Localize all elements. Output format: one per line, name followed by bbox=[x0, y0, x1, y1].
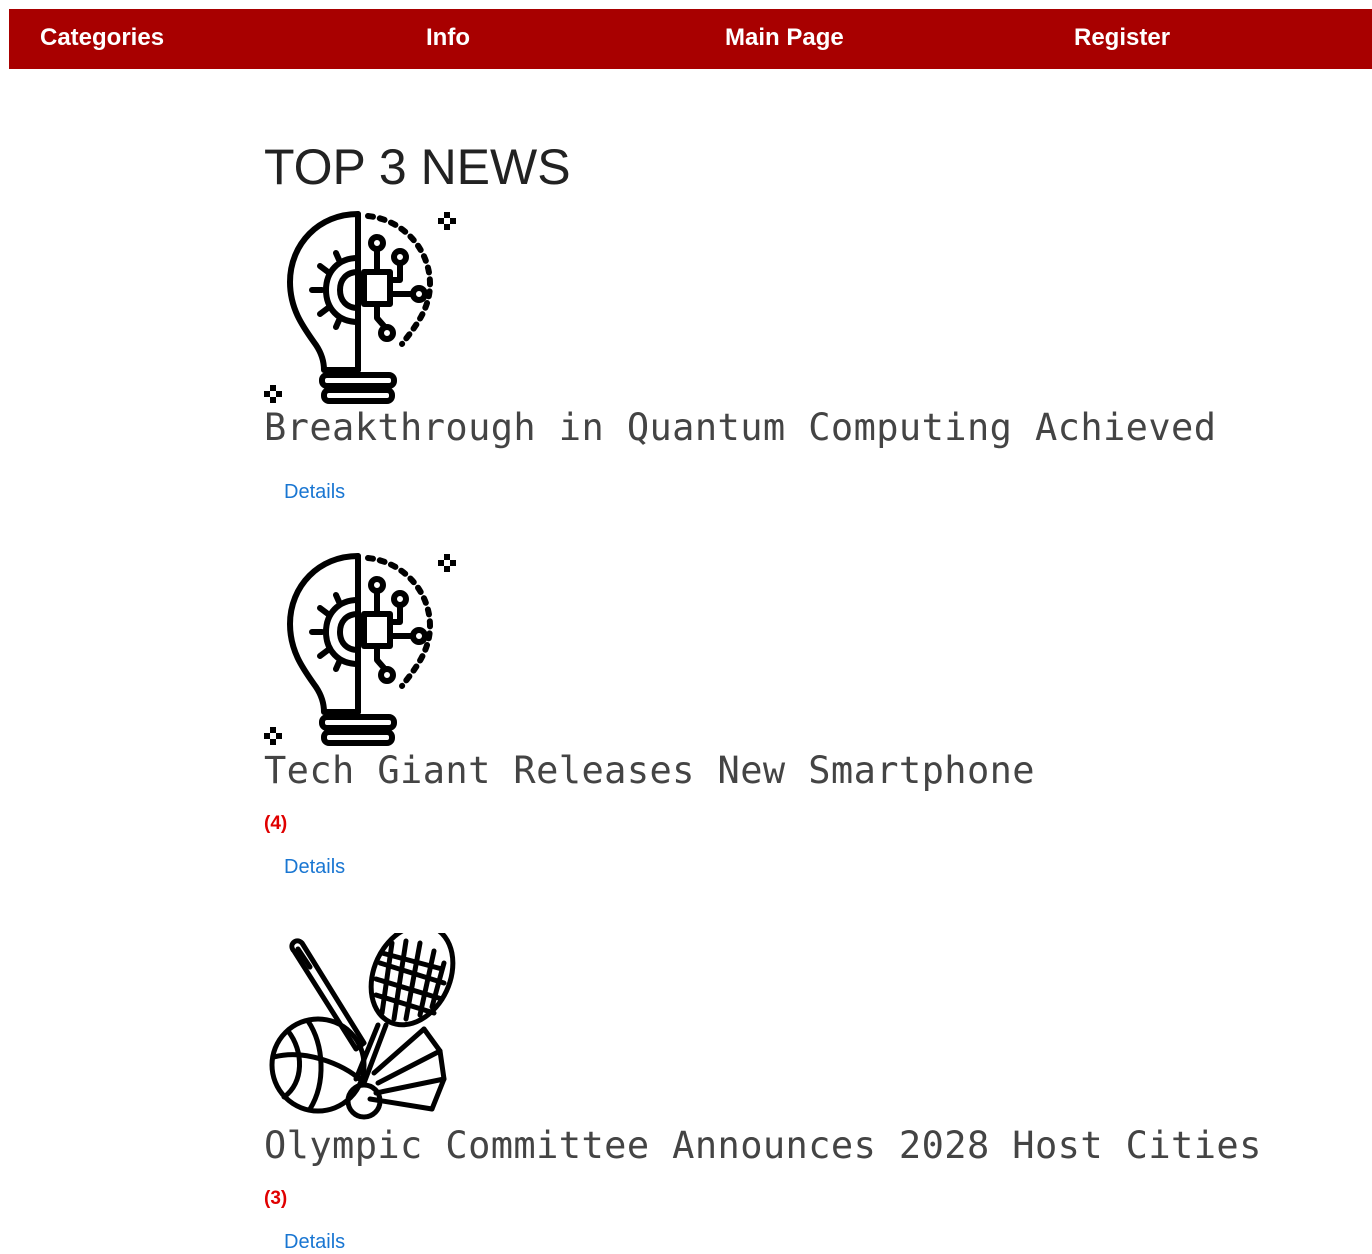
lightbulb-circuit-icon bbox=[264, 210, 464, 406]
lightbulb-circuit-icon bbox=[264, 552, 464, 748]
page-title: TOP 3 NEWS bbox=[264, 139, 571, 195]
details-link[interactable]: Details bbox=[284, 1230, 345, 1254]
nav-categories[interactable]: Categories bbox=[40, 9, 164, 69]
details-link[interactable]: Details bbox=[284, 855, 345, 879]
top-navbar: Categories Info Main Page Register bbox=[9, 9, 1372, 69]
nav-register[interactable]: Register bbox=[1074, 9, 1170, 69]
details-link[interactable]: Details bbox=[284, 480, 345, 504]
sports-equipment-icon bbox=[264, 933, 464, 1129]
news-title[interactable]: Olympic Committee Announces 2028 Host Ci… bbox=[264, 1124, 1262, 1168]
news-count-badge: (4) bbox=[264, 813, 288, 834]
news-title[interactable]: Tech Giant Releases New Smartphone bbox=[264, 749, 1035, 793]
nav-main-page[interactable]: Main Page bbox=[725, 9, 844, 69]
nav-info[interactable]: Info bbox=[426, 9, 470, 69]
news-count-badge: (3) bbox=[264, 1188, 288, 1209]
news-title[interactable]: Breakthrough in Quantum Computing Achiev… bbox=[264, 406, 1216, 450]
